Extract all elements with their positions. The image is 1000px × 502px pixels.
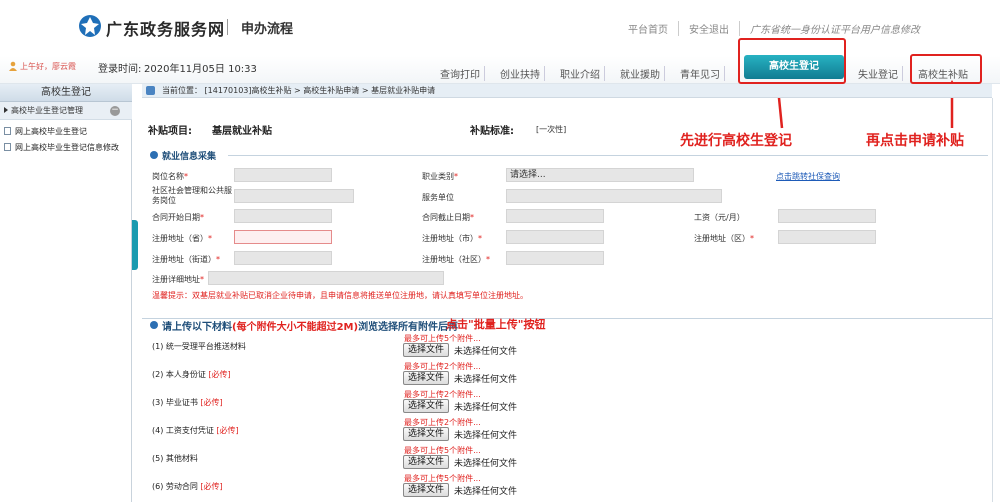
label-reg-district: 注册地址（区）* — [694, 234, 754, 243]
site-logo-icon — [79, 15, 101, 37]
upload-label-3: (3) 毕业证书 [必传] — [152, 398, 223, 407]
user-icon — [9, 61, 17, 71]
reg-detail-input[interactable] — [208, 271, 444, 285]
upload-label-6: (6) 劳动合同 [必传] — [152, 482, 223, 491]
triangle-right-icon — [4, 107, 8, 113]
upload-section-title: 请上传以下材料(每个附件大小不能超过2M)浏览选择所有附件后再 — [162, 322, 459, 333]
choose-file-button-1[interactable]: 选择文件 — [403, 343, 450, 357]
no-file-text-1: 未选择任何文件 — [454, 347, 518, 357]
upload-label-1: (1) 统一受理平台推送材料 — [152, 342, 246, 351]
reg-community-input[interactable] — [506, 251, 604, 265]
subsidy-standard-value: [一次性] — [536, 125, 567, 134]
no-file-text-2: 未选择任何文件 — [454, 375, 518, 385]
header-divider — [227, 19, 228, 35]
sidebar-collapse-handle[interactable] — [132, 220, 138, 270]
annotation-step2: 再点击申请补贴 — [866, 133, 964, 149]
annotation-step1: 先进行高校生登记 — [680, 133, 792, 149]
contract-start-input[interactable] — [234, 209, 332, 223]
label-salary: 工资（元/月） — [694, 213, 745, 222]
warm-tip: 温馨提示：双基层就业补贴已取消企业待申请，且申请信息将推送单位注册地，请认真填写… — [152, 291, 528, 300]
page-subtitle: 申办流程 — [241, 22, 294, 37]
label-service-unit: 服务单位 — [422, 193, 454, 202]
document-icon — [4, 143, 11, 151]
label-position-name: 岗位名称* — [152, 172, 188, 181]
reg-city-input[interactable] — [506, 230, 604, 244]
tab-youth-trainee[interactable]: 青年见习 — [676, 66, 725, 81]
label-community-post: 社区社会管理和公共服务岗位 — [152, 186, 232, 205]
annotation-upload-tip: 点击"批量上传"按钮 — [446, 318, 546, 331]
section-bullet-icon — [150, 321, 158, 329]
login-time-value: 2020年11月05日 10:33 — [144, 64, 257, 75]
choose-file-button-2[interactable]: 选择文件 — [403, 371, 450, 385]
subsidy-standard-label: 补贴标准: — [470, 126, 514, 137]
label-reg-detail: 注册详细地址* — [152, 275, 204, 284]
tab-employment-aid[interactable]: 就业援助 — [616, 66, 665, 81]
choose-file-button-6[interactable]: 选择文件 — [403, 483, 450, 497]
subsidy-item-value: 基层就业补贴 — [212, 126, 272, 137]
breadcrumb: 当前位置： [14170103]高校生补贴 > 高校生补贴申请 > 基层就业补贴… — [142, 84, 992, 98]
employment-section-title: 就业信息采集 — [162, 152, 217, 162]
label-job-category: 职业类别* — [422, 172, 458, 181]
tab-query-print[interactable]: 查询打印 — [436, 66, 485, 81]
label-contract-start: 合同开始日期* — [152, 213, 204, 222]
highlight-box-registration — [738, 38, 846, 84]
social-security-link[interactable]: 点击跳转社保查询 — [776, 171, 840, 182]
location-icon — [146, 86, 155, 95]
job-category-select[interactable]: 请选择... — [506, 168, 694, 182]
tab-startup-support[interactable]: 创业扶持 — [496, 66, 545, 81]
contract-end-input[interactable] — [506, 209, 604, 223]
label-reg-community: 注册地址（社区）* — [422, 255, 490, 264]
tab-job-intro[interactable]: 职业介绍 — [556, 66, 605, 81]
site-title: 广东政务服务网 — [106, 20, 226, 39]
sidebar-item-registration[interactable]: 网上高校毕业生登记 — [4, 126, 87, 137]
upload-label-4: (4) 工资支付凭证 [必传] — [152, 426, 239, 435]
label-reg-city: 注册地址（市）* — [422, 234, 482, 243]
no-file-text-3: 未选择任何文件 — [454, 403, 518, 413]
tab-unemployment-registration[interactable]: 失业登记 — [854, 66, 903, 81]
salary-input[interactable] — [778, 209, 876, 223]
label-contract-end: 合同截止日期* — [422, 213, 474, 222]
greeting-text: 上午好，廖云霞 — [20, 62, 76, 71]
no-file-text-5: 未选择任何文件 — [454, 459, 518, 469]
sidebar-item-registration-edit[interactable]: 网上高校毕业生登记信息修改 — [4, 142, 119, 153]
reg-district-input[interactable] — [778, 230, 876, 244]
upload-section — [142, 318, 992, 502]
label-reg-province: 注册地址（省）* — [152, 234, 212, 243]
choose-file-button-3[interactable]: 选择文件 — [403, 399, 450, 413]
subsidy-item-label: 补贴项目: — [148, 126, 192, 137]
service-unit-input[interactable] — [506, 189, 722, 203]
community-post-select[interactable] — [234, 189, 354, 203]
section-bullet-icon — [150, 151, 158, 159]
content-right-border — [992, 98, 993, 502]
link-logout[interactable]: 安全退出 — [679, 21, 740, 36]
section-divider — [228, 155, 988, 156]
upload-label-5: (5) 其他材料 — [152, 454, 198, 463]
label-reg-street: 注册地址（街道）* — [152, 255, 220, 264]
collapse-minus-icon[interactable]: − — [110, 106, 120, 116]
document-icon — [4, 127, 11, 135]
top-links: 平台首页 安全退出 广东省统一身份认证平台用户信息修改 — [626, 21, 930, 36]
no-file-text-4: 未选择任何文件 — [454, 431, 518, 441]
sidebar-title: 高校生登记 — [0, 84, 132, 102]
choose-file-button-4[interactable]: 选择文件 — [403, 427, 450, 441]
reg-street-input[interactable] — [234, 251, 332, 265]
upload-label-2: (2) 本人身份证 [必传] — [152, 370, 231, 379]
link-home[interactable]: 平台首页 — [626, 21, 679, 36]
no-file-text-6: 未选择任何文件 — [454, 487, 518, 497]
position-name-input[interactable] — [234, 168, 332, 182]
login-time-label: 登录时间: — [98, 64, 142, 75]
link-profile-edit[interactable]: 广东省统一身份认证平台用户信息修改 — [740, 21, 930, 36]
choose-file-button-5[interactable]: 选择文件 — [403, 455, 450, 469]
reg-province-input[interactable] — [234, 230, 332, 244]
